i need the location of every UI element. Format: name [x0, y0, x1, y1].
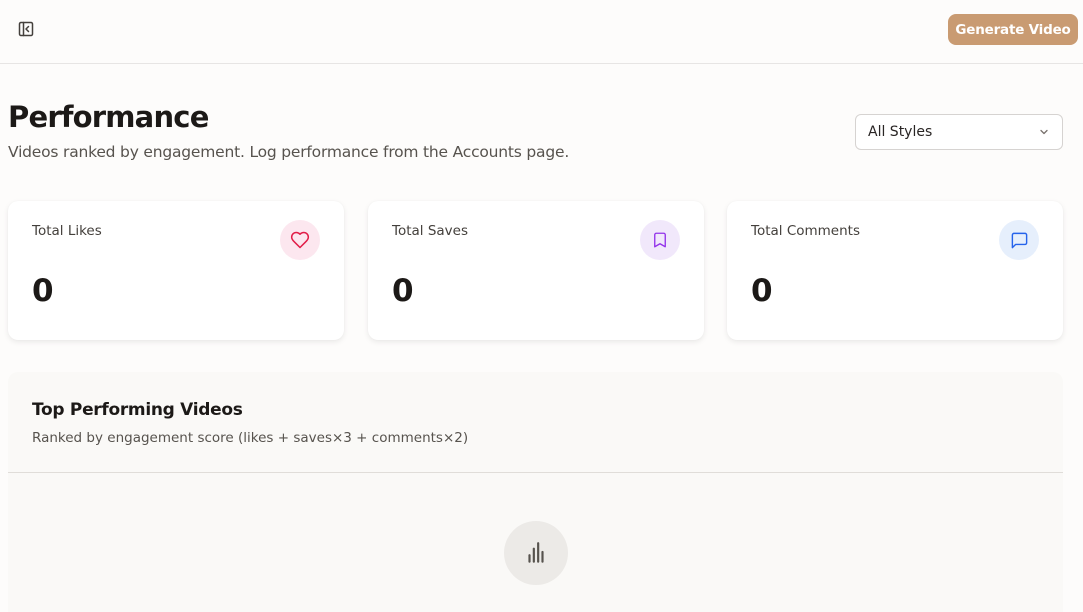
message-square-icon [999, 220, 1039, 260]
chevron-down-icon [1038, 123, 1050, 142]
stat-label: Total Saves [392, 223, 468, 239]
style-filter-value: All Styles [868, 124, 933, 140]
stat-card-likes: Total Likes 0 [8, 201, 344, 340]
top-videos-title: Top Performing Videos [32, 400, 243, 420]
stat-label: Total Comments [751, 223, 860, 239]
top-bar: Generate Video [0, 0, 1083, 64]
bookmark-icon [640, 220, 680, 260]
stat-value: 0 [392, 273, 414, 309]
top-videos-header: Top Performing Videos Ranked by engageme… [8, 372, 1063, 473]
stat-card-comments: Total Comments 0 [727, 201, 1063, 340]
top-videos-panel: Top Performing Videos Ranked by engageme… [8, 372, 1063, 612]
page-title: Performance [8, 100, 209, 134]
stat-label: Total Likes [32, 223, 102, 239]
bar-chart-icon [504, 521, 568, 585]
top-videos-subtitle: Ranked by engagement score (likes + save… [32, 430, 469, 446]
stat-value: 0 [32, 273, 54, 309]
stat-value: 0 [751, 273, 773, 309]
heart-icon [280, 220, 320, 260]
generate-video-button[interactable]: Generate Video [948, 14, 1078, 45]
panel-left-close-icon[interactable] [14, 17, 38, 41]
stat-card-saves: Total Saves 0 [368, 201, 704, 340]
page-subtitle: Videos ranked by engagement. Log perform… [8, 143, 570, 161]
style-filter-select[interactable]: All Styles [855, 114, 1063, 150]
